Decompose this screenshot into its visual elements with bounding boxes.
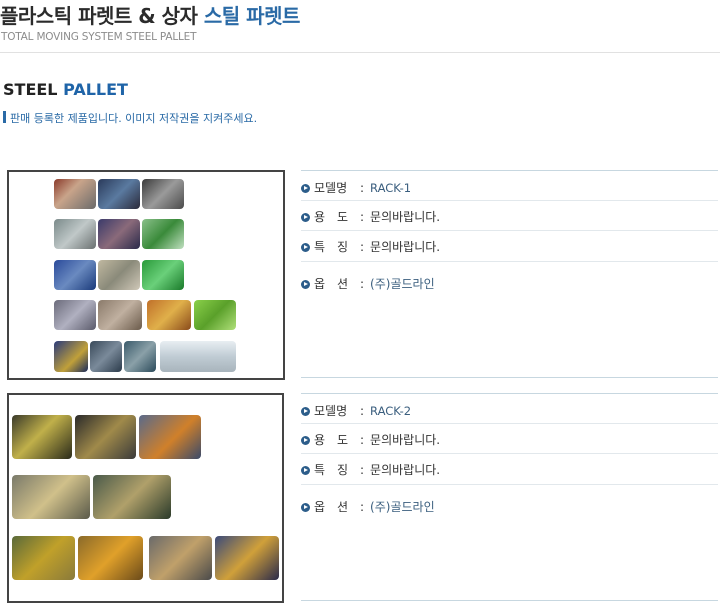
info-rule xyxy=(301,261,718,262)
page-subtitle: TOTAL MOVING SYSTEM STEEL PALLET xyxy=(1,31,197,43)
colon: : xyxy=(360,433,365,447)
rack-photo-thumb xyxy=(98,219,140,249)
rack-photo-thumb xyxy=(215,536,279,580)
feature-row: 특 징: 문의바랍니다. xyxy=(301,461,440,477)
use-value: 문의바랍니다. xyxy=(370,433,441,447)
section-title-main: STEEL xyxy=(3,80,64,99)
rack-photo-thumb xyxy=(142,260,184,290)
rack-photo-thumb xyxy=(147,300,191,330)
colon: : xyxy=(360,500,365,514)
colon: : xyxy=(360,277,365,291)
arrow-bullet-icon xyxy=(301,407,310,416)
product-image-2[interactable] xyxy=(7,393,284,603)
info-top-rule xyxy=(301,170,718,171)
page-title-accent: 스틸 파렛트 xyxy=(203,4,300,28)
model-label: 모델명 xyxy=(314,404,348,418)
info-rule xyxy=(301,484,718,485)
use-value: 문의바랍니다. xyxy=(370,210,441,224)
header-divider xyxy=(0,52,720,53)
feature-label: 특 징 xyxy=(314,240,349,254)
feature-row: 특 징: 문의바랍니다. xyxy=(301,238,440,254)
model-value: RACK-1 xyxy=(370,181,412,195)
feature-value: 문의바랍니다. xyxy=(370,463,441,477)
section-title-accent: PALLET xyxy=(63,80,128,99)
rack-photo-thumb xyxy=(12,536,75,580)
rack-photo-thumb xyxy=(90,341,122,372)
page-title-main: 플라스틱 파렛트 & 상자 xyxy=(0,4,204,28)
copyright-notice: 판매 등록한 제품입니다. 이미지 저작권을 지켜주세요. xyxy=(3,110,257,126)
product-card-2: 모델명: RACK-2 용 도: 문의바랍니다. 특 징: 문의바랍니다. 옵 션: (… xyxy=(0,393,720,605)
rack-photo-thumb xyxy=(54,341,88,372)
notice-text: 판매 등록한 제품입니다. 이미지 저작권을 지켜주세요. xyxy=(10,112,258,125)
info-bottom-rule xyxy=(301,377,718,378)
feature-label: 특 징 xyxy=(314,463,349,477)
section-title: STEEL PALLET xyxy=(3,80,128,99)
rack-photo-thumb xyxy=(93,475,171,519)
rack-photo-thumb xyxy=(98,179,140,209)
use-row: 용 도: 문의바랍니다. xyxy=(301,208,440,224)
rack-photo-thumb xyxy=(142,179,184,209)
model-value: RACK-2 xyxy=(370,404,412,418)
rack-photo-thumb xyxy=(124,341,156,372)
use-label: 용 도 xyxy=(314,210,349,224)
info-rule xyxy=(301,453,718,454)
rack-photo-thumb xyxy=(142,219,184,249)
arrow-bullet-icon xyxy=(301,280,310,289)
use-label: 용 도 xyxy=(314,433,349,447)
arrow-bullet-icon xyxy=(301,436,310,445)
colon: : xyxy=(360,404,365,418)
product-card-1: 모델명: RACK-1 용 도: 문의바랍니다. 특 징: 문의바랍니다. 옵 션: (… xyxy=(0,170,720,382)
model-row: 모델명: RACK-2 xyxy=(301,402,411,418)
use-row: 용 도: 문의바랍니다. xyxy=(301,431,440,447)
option-row: 옵 션: (주)골드라인 xyxy=(301,498,435,514)
rack-photo-thumb xyxy=(160,341,236,372)
rack-photo-thumb xyxy=(98,300,142,330)
rack-photo-thumb xyxy=(194,300,236,330)
product-image-1[interactable] xyxy=(7,170,285,380)
rack-photo-thumb xyxy=(12,415,72,459)
info-rule xyxy=(301,200,718,201)
option-row: 옵 션: (주)골드라인 xyxy=(301,275,435,291)
rack-photo-thumb xyxy=(98,260,140,290)
arrow-bullet-icon xyxy=(301,184,310,193)
rack-photo-thumb xyxy=(75,415,136,459)
option-value[interactable]: (주)골드라인 xyxy=(370,277,435,291)
colon: : xyxy=(360,210,365,224)
arrow-bullet-icon xyxy=(301,503,310,512)
info-rule xyxy=(301,230,718,231)
rack-photo-thumb xyxy=(54,179,96,209)
info-bottom-rule xyxy=(301,600,718,601)
notice-bar-icon xyxy=(3,111,6,123)
model-row: 모델명: RACK-1 xyxy=(301,179,411,195)
page-title: 플라스틱 파렛트 & 상자 스틸 파렛트 xyxy=(0,0,300,29)
rack-photo-thumb xyxy=(54,300,96,330)
info-top-rule xyxy=(301,393,718,394)
arrow-bullet-icon xyxy=(301,466,310,475)
option-label: 옵 션 xyxy=(314,500,349,514)
rack-photo-thumb xyxy=(149,536,212,580)
rack-photo-thumb xyxy=(139,415,201,459)
option-value[interactable]: (주)골드라인 xyxy=(370,500,435,514)
colon: : xyxy=(360,240,365,254)
arrow-bullet-icon xyxy=(301,243,310,252)
option-label: 옵 션 xyxy=(314,277,349,291)
colon: : xyxy=(360,181,365,195)
feature-value: 문의바랍니다. xyxy=(370,240,441,254)
rack-photo-thumb xyxy=(54,219,96,249)
arrow-bullet-icon xyxy=(301,213,310,222)
info-rule xyxy=(301,423,718,424)
colon: : xyxy=(360,463,365,477)
rack-photo-thumb xyxy=(12,475,90,519)
model-label: 모델명 xyxy=(314,181,348,195)
rack-photo-thumb xyxy=(78,536,143,580)
rack-photo-thumb xyxy=(54,260,96,290)
